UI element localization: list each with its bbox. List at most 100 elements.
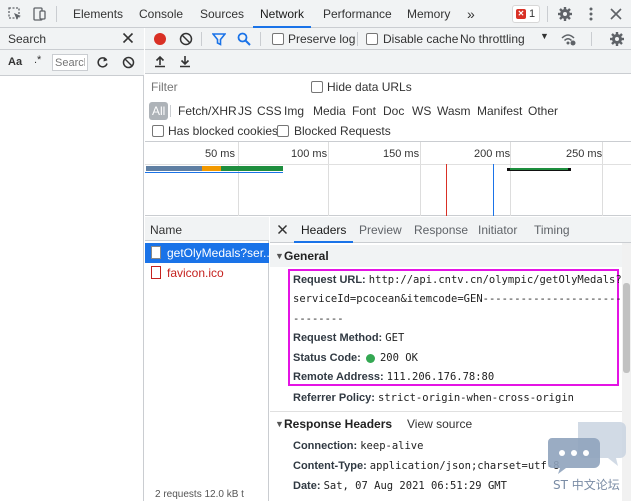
filter-type-manifest[interactable]: Manifest — [477, 102, 522, 120]
tick-label: 50 ms — [205, 148, 235, 160]
refresh-icon[interactable] — [96, 56, 109, 69]
status-code-key: Status Code: — [293, 352, 361, 364]
filter-type-all[interactable]: All — [149, 102, 169, 120]
tab-preview[interactable]: Preview — [359, 217, 402, 243]
filter-type-fetch-xhr[interactable]: Fetch/XHR — [178, 102, 237, 120]
has-blocked-cookies-label: Has blocked cookies — [168, 124, 279, 138]
tab-memory[interactable]: Memory — [407, 0, 450, 28]
filter-type-wasm[interactable]: Wasm — [437, 102, 471, 120]
content-type-key: Content-Type: — [293, 460, 367, 472]
tick-label: 200 ms — [474, 148, 511, 160]
export-har-icon[interactable] — [178, 54, 192, 68]
tab-elements[interactable]: Elements — [73, 0, 123, 28]
view-source-link[interactable]: View source — [407, 413, 472, 435]
inspect-element-icon[interactable] — [5, 4, 25, 24]
error-count: 1 — [529, 8, 536, 20]
status-ok-dot-icon — [365, 353, 375, 363]
clear-log-icon[interactable] — [179, 32, 193, 46]
more-options-icon[interactable] — [581, 4, 601, 24]
filter-icon[interactable] — [212, 32, 226, 46]
search-input[interactable] — [52, 54, 88, 71]
tab-sources[interactable]: Sources — [200, 0, 244, 28]
connection-row: Connection: keep-alive — [293, 439, 423, 453]
disable-cache-label: Disable cache — [383, 32, 459, 46]
request-name: getOlyMedals?ser... — [167, 246, 269, 260]
filter-type-doc[interactable]: Doc — [383, 102, 404, 120]
record-button-icon[interactable] — [154, 33, 166, 45]
tab-network[interactable]: Network — [253, 0, 312, 28]
filter-type-ws[interactable]: WS — [412, 102, 431, 120]
request-row[interactable]: favicon.ico — [145, 263, 269, 283]
close-details-icon[interactable] — [277, 224, 288, 235]
close-devtools-icon[interactable] — [606, 4, 626, 24]
preserve-log-checkbox[interactable] — [272, 33, 284, 45]
filter-input[interactable] — [147, 78, 299, 96]
request-method-key: Request Method: — [293, 332, 383, 344]
throttling-select[interactable]: No throttling — [460, 32, 525, 46]
expand-triangle-icon: ▼ — [275, 251, 284, 261]
date-value: Sat, 07 Aug 2021 06:51:29 GMT — [323, 480, 507, 492]
network-toolbar-secondary — [145, 50, 631, 74]
tick-label: 100 ms — [291, 148, 328, 160]
match-case-button[interactable]: Aa — [8, 56, 22, 68]
close-search-icon[interactable] — [122, 32, 134, 44]
chevron-down-icon[interactable]: ▼ — [540, 31, 549, 41]
divider — [170, 105, 171, 117]
network-settings-gear-icon[interactable] — [609, 31, 625, 47]
filter-type-js[interactable]: JS — [238, 102, 252, 120]
grid-line — [602, 142, 603, 216]
divider — [201, 32, 202, 46]
request-url-continuation: serviceId=pcocean&itemcode=GEN----------… — [293, 292, 628, 306]
tab-performance[interactable]: Performance — [323, 0, 392, 28]
scrollbar-thumb[interactable] — [623, 283, 630, 373]
blocked-requests-checkbox[interactable] — [277, 125, 289, 137]
filter-type-img[interactable]: Img — [284, 102, 304, 120]
network-conditions-wifi-icon[interactable] — [560, 31, 576, 47]
connection-key: Connection: — [293, 440, 358, 452]
connection-value: keep-alive — [360, 440, 424, 452]
filter-type-other[interactable]: Other — [528, 102, 558, 120]
blocked-requests-label: Blocked Requests — [294, 124, 391, 138]
filter-type-font[interactable]: Font — [352, 102, 376, 120]
request-url-value-line2: serviceId=pcocean&itemcode=GEN----------… — [293, 293, 629, 305]
expand-triangle-icon: ▼ — [275, 419, 284, 429]
hide-data-urls-checkbox[interactable] — [311, 81, 323, 93]
tab-initiator[interactable]: Initiator — [478, 217, 517, 243]
tab-console[interactable]: Console — [139, 0, 183, 28]
date-key: Date: — [293, 480, 321, 492]
search-panel: Search Aa .* — [0, 28, 144, 501]
dom-content-loaded-marker — [493, 164, 494, 216]
divider — [547, 6, 548, 22]
request-url-continuation: -------- — [293, 312, 344, 326]
regex-button[interactable]: .* — [34, 54, 41, 66]
timeline-overview[interactable]: 50 ms 100 ms 150 ms 200 ms 250 ms — [145, 142, 631, 216]
settings-gear-icon[interactable] — [555, 4, 575, 24]
details-tab-bar: Headers Preview Response Initiator Timin… — [270, 217, 631, 243]
error-count-badge[interactable]: ✕ 1 — [512, 5, 540, 23]
divider — [591, 32, 592, 46]
import-har-icon[interactable] — [153, 54, 167, 68]
filter-type-media[interactable]: Media — [313, 102, 346, 120]
preserve-log-label: Preserve log — [288, 32, 356, 46]
has-blocked-cookies-checkbox[interactable] — [152, 125, 164, 137]
filter-area: Hide data URLs All Fetch/XHR JS CSS Img … — [145, 74, 631, 142]
error-icon: ✕ — [516, 9, 526, 19]
search-icon[interactable] — [237, 32, 251, 46]
response-headers-title: Response Headers — [284, 417, 393, 431]
more-tabs-button[interactable]: » — [467, 0, 475, 28]
search-options-row: Aa .* — [0, 50, 144, 76]
filter-type-css[interactable]: CSS — [257, 102, 282, 120]
tab-response[interactable]: Response — [414, 217, 468, 243]
name-column-header[interactable]: Name — [150, 223, 182, 237]
clear-search-icon[interactable] — [122, 56, 135, 69]
request-row-selected[interactable]: getOlyMedals?ser... — [145, 243, 269, 263]
watermark-text: ST 中文论坛 — [553, 478, 620, 492]
disable-cache-checkbox[interactable] — [366, 33, 378, 45]
tick-label: 250 ms — [566, 148, 603, 160]
tab-timing[interactable]: Timing — [534, 217, 570, 243]
tab-headers[interactable]: Headers — [294, 217, 354, 243]
search-panel-title: Search — [8, 32, 47, 46]
remote-address-key: Remote Address: — [293, 371, 384, 383]
general-section-header[interactable]: ▼ General — [270, 245, 622, 267]
device-toolbar-icon[interactable] — [29, 4, 49, 24]
